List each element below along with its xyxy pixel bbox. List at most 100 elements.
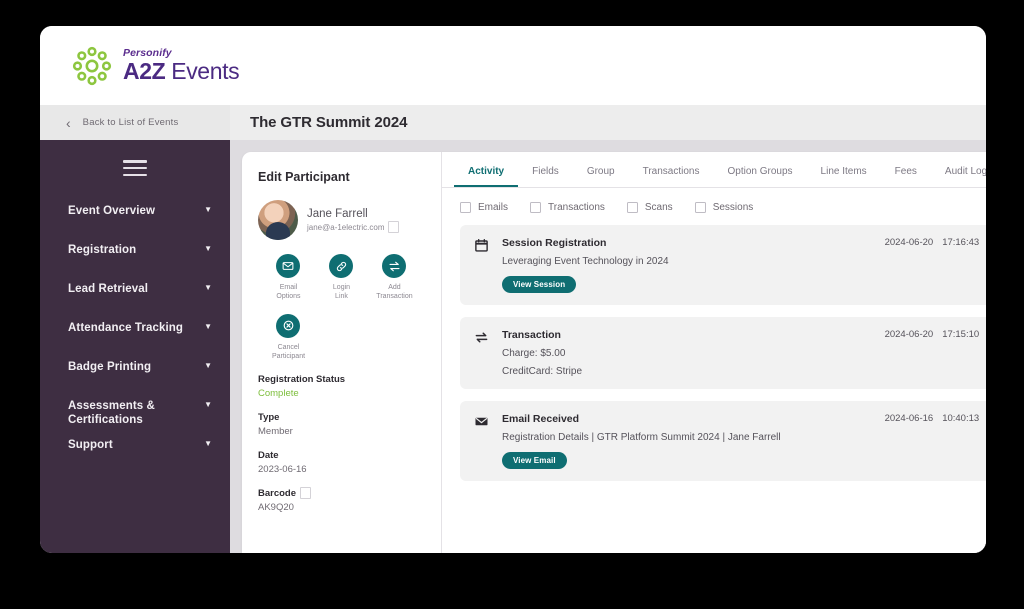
sidebar-item-label: Assessments & Certifications bbox=[68, 400, 155, 427]
hamburger-bar bbox=[123, 173, 147, 176]
copy-icon[interactable] bbox=[387, 220, 399, 233]
filter-sessions[interactable]: Sessions bbox=[694, 202, 754, 213]
page-header: The GTR Summit 2024 bbox=[230, 105, 986, 140]
filter-label: Sessions bbox=[712, 202, 754, 213]
sidebar-item-support[interactable]: Support ▼ bbox=[40, 436, 230, 475]
sidebar-item-label: Attendance Tracking bbox=[68, 322, 184, 334]
tab-group[interactable]: Group bbox=[573, 166, 629, 187]
back-to-events-bar[interactable]: ‹ Back to List of Events bbox=[40, 105, 230, 140]
action-label-line2: Link bbox=[335, 293, 348, 301]
sidebar-item-label: Badge Printing bbox=[68, 361, 152, 373]
card-timestamp: 2024-06-20 17:15:10 bbox=[885, 329, 980, 340]
tab-option-groups[interactable]: Option Groups bbox=[713, 166, 806, 187]
sidebar-item-label: Registration bbox=[68, 244, 137, 256]
card-time: 17:16:43 bbox=[942, 237, 980, 248]
sidebar-nav: Event Overview ▼ Registration ▼ Lead Ret… bbox=[40, 140, 230, 553]
sidebar-item-assessments-certifications[interactable]: Assessments & Certifications ▼ bbox=[40, 397, 230, 436]
participant-pane: Edit Participant Jane Farrell jane@a-1el… bbox=[242, 152, 442, 553]
link-icon bbox=[329, 254, 354, 278]
hamburger-icon[interactable] bbox=[123, 160, 147, 176]
sidebar-item-attendance-tracking[interactable]: Attendance Tracking ▼ bbox=[40, 319, 230, 358]
view-session-button[interactable]: View Session bbox=[502, 276, 577, 293]
card-top-row: Session Registration 2024-06-20 17:16:43 bbox=[502, 237, 979, 249]
checkbox-icon[interactable] bbox=[530, 202, 542, 213]
action-label: Add Transaction bbox=[376, 283, 412, 302]
sidebar-item-registration[interactable]: Registration ▼ bbox=[40, 241, 230, 280]
sidebar-item-badge-printing[interactable]: Badge Printing ▼ bbox=[40, 358, 230, 397]
login-link-button[interactable]: Login Link bbox=[315, 254, 368, 302]
activity-pane: Activity Fields Group Transactions Optio… bbox=[442, 152, 986, 553]
card-date: 2024-06-20 bbox=[884, 237, 934, 248]
brand-a2z: A2Z bbox=[123, 58, 166, 85]
card-detail-line: Charge: $5.00 bbox=[502, 348, 566, 359]
card-date: 2024-06-16 bbox=[884, 413, 934, 424]
card-detail-line: Registration Details | GTR Platform Summ… bbox=[502, 432, 781, 443]
card-detail-line: Leveraging Event Technology in 2024 bbox=[502, 256, 669, 267]
chevron-down-icon: ▼ bbox=[204, 205, 212, 214]
page-title: The GTR Summit 2024 bbox=[250, 114, 408, 131]
field-barcode: Barcode AK9Q20 bbox=[258, 486, 425, 513]
envelope-icon bbox=[276, 254, 301, 278]
participant-summary: Jane Farrell jane@a-1electric.com bbox=[258, 200, 425, 240]
tab-line-items[interactable]: Line Items bbox=[807, 166, 881, 187]
card-title: Email Received bbox=[502, 413, 580, 425]
copy-icon[interactable] bbox=[299, 486, 311, 499]
card-body: Transaction 2024-06-20 17:15:10 Charge: … bbox=[502, 329, 979, 377]
brand-product-text: A2Z Events bbox=[123, 58, 240, 85]
envelope-icon bbox=[474, 413, 491, 469]
tab-activity[interactable]: Activity bbox=[454, 166, 519, 187]
checkbox-icon[interactable] bbox=[626, 202, 638, 213]
field-value: Member bbox=[258, 425, 293, 437]
chevron-left-icon: ‹ bbox=[66, 114, 71, 131]
left-column: ‹ Back to List of Events Event Overview … bbox=[40, 105, 230, 553]
field-label-row: Barcode bbox=[258, 486, 425, 499]
tab-fees[interactable]: Fees bbox=[881, 166, 931, 187]
cancel-participant-button[interactable]: Cancel Participant bbox=[262, 313, 315, 362]
participant-actions: Email Options Login Link Add Transaction… bbox=[258, 254, 425, 374]
checkbox-icon[interactable] bbox=[460, 202, 471, 213]
activity-card-session-registration: Session Registration 2024-06-20 17:16:43… bbox=[460, 225, 986, 305]
filter-emails[interactable]: Emails bbox=[460, 202, 508, 213]
activity-card-transaction: Transaction 2024-06-20 17:15:10 Charge: … bbox=[460, 317, 986, 389]
brand-logo[interactable]: Personify A2Z Events bbox=[70, 44, 240, 88]
field-registration-status: Registration Status Complete bbox=[258, 374, 425, 399]
main-panel: Edit Participant Jane Farrell jane@a-1el… bbox=[242, 152, 986, 553]
view-email-button[interactable]: View Email bbox=[502, 452, 567, 469]
tab-transactions[interactable]: Transactions bbox=[629, 166, 714, 187]
filter-scans[interactable]: Scans bbox=[626, 202, 673, 213]
tab-audit-log[interactable]: Audit Log bbox=[931, 166, 986, 187]
screenshot-root: Personify A2Z Events ‹ Back to List of E… bbox=[0, 0, 1024, 609]
field-label: Date bbox=[258, 449, 279, 461]
sidebar-item-label: Lead Retrieval bbox=[68, 283, 149, 295]
hamburger-bar bbox=[123, 166, 147, 170]
card-time: 10:40:13 bbox=[942, 413, 980, 424]
panel-wrapper: Edit Participant Jane Farrell jane@a-1el… bbox=[230, 140, 986, 553]
participant-identity: Jane Farrell jane@a-1electric.com bbox=[307, 208, 399, 233]
sidebar-item-lead-retrieval[interactable]: Lead Retrieval ▼ bbox=[40, 280, 230, 319]
field-value: AK9Q20 bbox=[258, 501, 294, 513]
field-label: Type bbox=[258, 411, 280, 423]
action-label-line2: Participant bbox=[271, 353, 306, 361]
action-label-line2: Transaction bbox=[376, 293, 413, 301]
card-date: 2024-06-20 bbox=[884, 329, 934, 340]
action-label-line1: Add bbox=[388, 284, 401, 291]
back-to-events-label: Back to List of Events bbox=[82, 117, 179, 128]
chevron-down-icon: ▼ bbox=[204, 244, 212, 253]
filter-transactions[interactable]: Transactions bbox=[530, 202, 605, 213]
app-window: Personify A2Z Events ‹ Back to List of E… bbox=[40, 26, 986, 553]
add-transaction-button[interactable]: Add Transaction bbox=[368, 254, 421, 302]
checkbox-icon[interactable] bbox=[694, 202, 706, 213]
filter-label: Scans bbox=[644, 202, 673, 213]
right-column: The GTR Summit 2024 Edit Participant Jan… bbox=[230, 105, 986, 553]
email-options-button[interactable]: Email Options bbox=[262, 254, 315, 302]
sidebar-item-event-overview[interactable]: Event Overview ▼ bbox=[40, 202, 230, 241]
participant-email: jane@a-1electric.com bbox=[307, 222, 385, 232]
window-body: ‹ Back to List of Events Event Overview … bbox=[40, 105, 986, 553]
action-label: Cancel Participant bbox=[272, 343, 305, 362]
tab-fields[interactable]: Fields bbox=[518, 166, 573, 187]
filter-label: Emails bbox=[478, 202, 509, 213]
tab-bar: Activity Fields Group Transactions Optio… bbox=[442, 152, 986, 188]
calendar-icon bbox=[474, 237, 491, 293]
hamburger-bar bbox=[123, 160, 147, 163]
status-badge: Complete bbox=[258, 387, 299, 399]
